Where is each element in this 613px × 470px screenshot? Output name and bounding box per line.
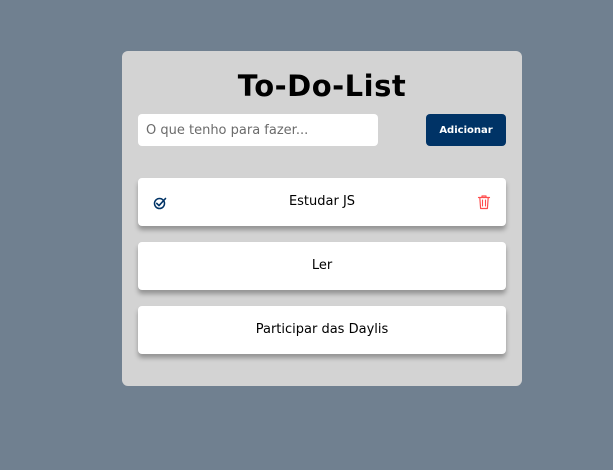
task-item[interactable]: Ler — [138, 242, 506, 290]
task-item[interactable]: Participar das Daylis — [138, 306, 506, 354]
task-text: Ler — [311, 258, 333, 273]
task-text: Participar das Daylis — [255, 322, 389, 337]
task-input[interactable] — [138, 114, 378, 146]
trash-icon[interactable] — [477, 194, 491, 210]
task-list: Estudar JS Ler Participar das Daylis — [138, 178, 506, 370]
task-item[interactable]: Estudar JS — [138, 178, 506, 226]
add-task-button[interactable]: Adicionar — [426, 114, 506, 146]
page-title: To-Do-List — [237, 69, 407, 103]
todo-card: To-Do-List Adicionar Estudar JS — [122, 51, 522, 386]
check-circle-icon[interactable] — [153, 195, 167, 210]
task-text: Estudar JS — [288, 194, 356, 209]
